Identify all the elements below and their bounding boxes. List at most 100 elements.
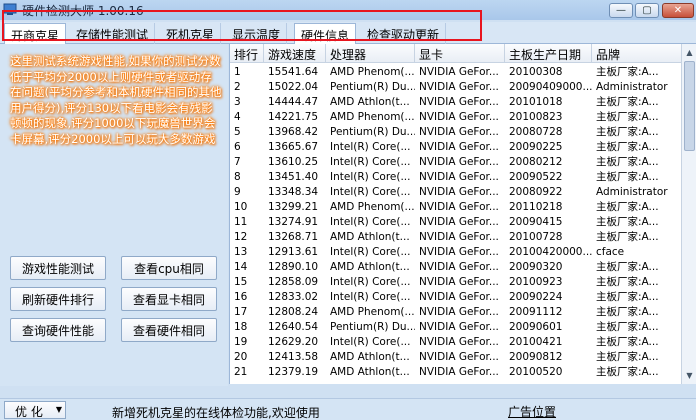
cell-date: 20100421 bbox=[509, 336, 563, 348]
cell-date: 20100728 bbox=[509, 231, 563, 243]
table-row[interactable]: 12 13268.71 AMD Athlon(t... NVIDIA GeFor...… bbox=[230, 230, 681, 245]
cell-speed: 12808.24 bbox=[268, 306, 319, 318]
scroll-thumb[interactable] bbox=[684, 61, 695, 151]
cell-cpu: Intel(R) Core(... bbox=[330, 246, 411, 258]
tab-5[interactable]: 检查驱动更新 bbox=[361, 23, 447, 44]
cell-cpu: Intel(R) Core(... bbox=[330, 186, 411, 198]
cell-rank: 10 bbox=[234, 201, 248, 213]
cell-rank: 6 bbox=[234, 141, 241, 153]
cell-date: 20100308 bbox=[509, 66, 563, 78]
cell-brand: 主板厂家:A... bbox=[596, 366, 659, 378]
cell-speed: 13665.67 bbox=[268, 141, 319, 153]
title-bar[interactable]: 硬件检测大师 1.00.16 — ▢ ✕ bbox=[0, 0, 696, 20]
cell-date: 20090320 bbox=[509, 261, 563, 273]
tab-3[interactable]: 显示温度 bbox=[226, 23, 288, 44]
cell-speed: 12858.09 bbox=[268, 276, 319, 288]
cell-gpu: NVIDIA GeFor... bbox=[419, 186, 499, 198]
table-row[interactable]: 6 13665.67 Intel(R) Core(... NVIDIA GeFor..… bbox=[230, 140, 681, 155]
cell-rank: 11 bbox=[234, 216, 248, 228]
tab-bar: 开商克星 存储性能测试 死机克星 显示温度 硬件信息 检查驱动更新 bbox=[0, 22, 696, 44]
cell-cpu: AMD Phenom(... bbox=[330, 111, 415, 123]
cell-cpu: Intel(R) Core(... bbox=[330, 291, 411, 303]
cell-gpu: NVIDIA GeFor... bbox=[419, 216, 499, 228]
cell-speed: 13268.71 bbox=[268, 231, 319, 243]
table-row[interactable]: 1 15541.64 AMD Phenom(... NVIDIA GeFor... 20… bbox=[230, 65, 681, 80]
table-row[interactable]: 9 13348.34 Intel(R) Core(... NVIDIA GeFor..… bbox=[230, 185, 681, 200]
cell-cpu: AMD Phenom(... bbox=[330, 201, 415, 213]
table-scrollbar[interactable]: ▲ ▼ bbox=[681, 44, 696, 384]
cell-speed: 13348.34 bbox=[268, 186, 319, 198]
tab-4[interactable]: 硬件信息 bbox=[294, 23, 357, 44]
tab-1[interactable]: 存储性能测试 bbox=[70, 23, 156, 44]
scroll-down-icon[interactable]: ▼ bbox=[683, 368, 696, 383]
table-row[interactable]: 11 13274.91 Intel(R) Core(... NVIDIA GeFor.… bbox=[230, 215, 681, 230]
col-gpu-header[interactable]: 显卡 bbox=[415, 44, 505, 63]
cell-brand: 主板厂家:A... bbox=[596, 126, 659, 138]
table-row[interactable]: 16 12833.02 Intel(R) Core(... NVIDIA GeFor.… bbox=[230, 290, 681, 305]
table-row[interactable]: 10 13299.21 AMD Phenom(... NVIDIA GeFor... 2… bbox=[230, 200, 681, 215]
table-row[interactable]: 17 12808.24 AMD Phenom(... NVIDIA GeFor... 2… bbox=[230, 305, 681, 320]
table-row[interactable]: 20 12413.58 AMD Athlon(t... NVIDIA GeFor...… bbox=[230, 350, 681, 365]
table-row[interactable]: 2 15022.04 Pentium(R) Du... NVIDIA GeFor...… bbox=[230, 80, 681, 95]
table-row[interactable]: 7 13610.25 Intel(R) Core(... NVIDIA GeFor..… bbox=[230, 155, 681, 170]
cell-gpu: NVIDIA GeFor... bbox=[419, 126, 499, 138]
cell-rank: 19 bbox=[234, 336, 248, 348]
table-row[interactable]: 3 14444.47 AMD Athlon(t... NVIDIA GeFor... 2… bbox=[230, 95, 681, 110]
table-row[interactable]: 8 13451.40 Intel(R) Core(... NVIDIA GeFor..… bbox=[230, 170, 681, 185]
cell-brand: 主板厂家:A... bbox=[596, 306, 659, 318]
ad-link[interactable]: 广告位置 bbox=[508, 403, 556, 420]
col-rank-header[interactable]: 排行 bbox=[230, 44, 264, 63]
maximize-button[interactable]: ▢ bbox=[635, 3, 659, 18]
cell-brand: 主板厂家:A... bbox=[596, 216, 659, 228]
table-header: 排行 游戏速度 处理器 显卡 主板生产日期 品牌 bbox=[230, 44, 681, 63]
col-cpu-header[interactable]: 处理器 bbox=[326, 44, 415, 63]
col-date-header[interactable]: 主板生产日期 bbox=[505, 44, 592, 63]
tab-2[interactable]: 死机克星 bbox=[160, 23, 222, 44]
cell-date: 20100923 bbox=[509, 276, 563, 288]
tab-0[interactable]: 开商克星 bbox=[4, 23, 67, 44]
view-cpu-button[interactable]: 查看cpu相同 bbox=[121, 256, 217, 280]
cell-gpu: NVIDIA GeFor... bbox=[419, 156, 499, 168]
cell-gpu: NVIDIA GeFor... bbox=[419, 231, 499, 243]
cell-cpu: AMD Athlon(t... bbox=[330, 231, 410, 243]
query-perf-button[interactable]: 查询硬件性能 bbox=[10, 318, 106, 342]
cell-speed: 13299.21 bbox=[268, 201, 319, 213]
table-row[interactable]: 19 12629.20 Intel(R) Core(... NVIDIA GeFor.… bbox=[230, 335, 681, 350]
table-row[interactable]: 4 14221.75 AMD Phenom(... NVIDIA GeFor... 20… bbox=[230, 110, 681, 125]
table-row[interactable]: 5 13968.42 Pentium(R) Du... NVIDIA GeFor...… bbox=[230, 125, 681, 140]
view-gpu-button[interactable]: 查看显卡相同 bbox=[121, 287, 217, 311]
cell-speed: 13968.42 bbox=[268, 126, 319, 138]
cell-gpu: NVIDIA GeFor... bbox=[419, 171, 499, 183]
cell-speed: 15541.64 bbox=[268, 66, 319, 78]
cell-rank: 12 bbox=[234, 231, 248, 243]
table-row[interactable]: 18 12640.54 Pentium(R) Du... NVIDIA GeFor..… bbox=[230, 320, 681, 335]
cell-speed: 14221.75 bbox=[268, 111, 319, 123]
table-row[interactable]: 14 12890.10 AMD Athlon(t... NVIDIA GeFor...… bbox=[230, 260, 681, 275]
cell-gpu: NVIDIA GeFor... bbox=[419, 201, 499, 213]
cell-brand: 主板厂家:A... bbox=[596, 336, 659, 348]
optimize-label: 优 化 bbox=[15, 405, 43, 419]
col-brand-header[interactable]: 品牌 bbox=[592, 44, 681, 63]
minimize-button[interactable]: — bbox=[609, 3, 633, 18]
refresh-rank-button[interactable]: 刷新硬件排行 bbox=[10, 287, 106, 311]
cell-date: 20080922 bbox=[509, 186, 563, 198]
view-hw-button[interactable]: 查看硬件相同 bbox=[121, 318, 217, 342]
scroll-up-icon[interactable]: ▲ bbox=[683, 45, 696, 60]
table-row[interactable]: 13 12913.61 Intel(R) Core(... NVIDIA GeFor.… bbox=[230, 245, 681, 260]
cell-brand: 主板厂家:A... bbox=[596, 351, 659, 363]
cell-speed: 13610.25 bbox=[268, 156, 319, 168]
cell-gpu: NVIDIA GeFor... bbox=[419, 276, 499, 288]
ranking-table[interactable]: 排行 游戏速度 处理器 显卡 主板生产日期 品牌 1 15541.64 AMD Ph… bbox=[229, 44, 681, 384]
close-button[interactable]: ✕ bbox=[662, 3, 694, 18]
cell-cpu: AMD Phenom(... bbox=[330, 66, 415, 78]
cell-date: 20090409000... bbox=[509, 81, 592, 93]
table-row[interactable]: 15 12858.09 Intel(R) Core(... NVIDIA GeFor.… bbox=[230, 275, 681, 290]
cell-brand: 主板厂家:A... bbox=[596, 291, 659, 303]
optimize-dropdown[interactable]: 优 化 ▼ bbox=[4, 401, 66, 419]
cell-cpu: Pentium(R) Du... bbox=[330, 126, 415, 138]
game-test-button[interactable]: 游戏性能测试 bbox=[10, 256, 106, 280]
table-row[interactable]: 21 12379.19 AMD Athlon(t... NVIDIA GeFor...… bbox=[230, 365, 681, 380]
col-speed-header[interactable]: 游戏速度 bbox=[264, 44, 326, 63]
cell-date: 20080728 bbox=[509, 126, 563, 138]
cell-gpu: NVIDIA GeFor... bbox=[419, 246, 499, 258]
